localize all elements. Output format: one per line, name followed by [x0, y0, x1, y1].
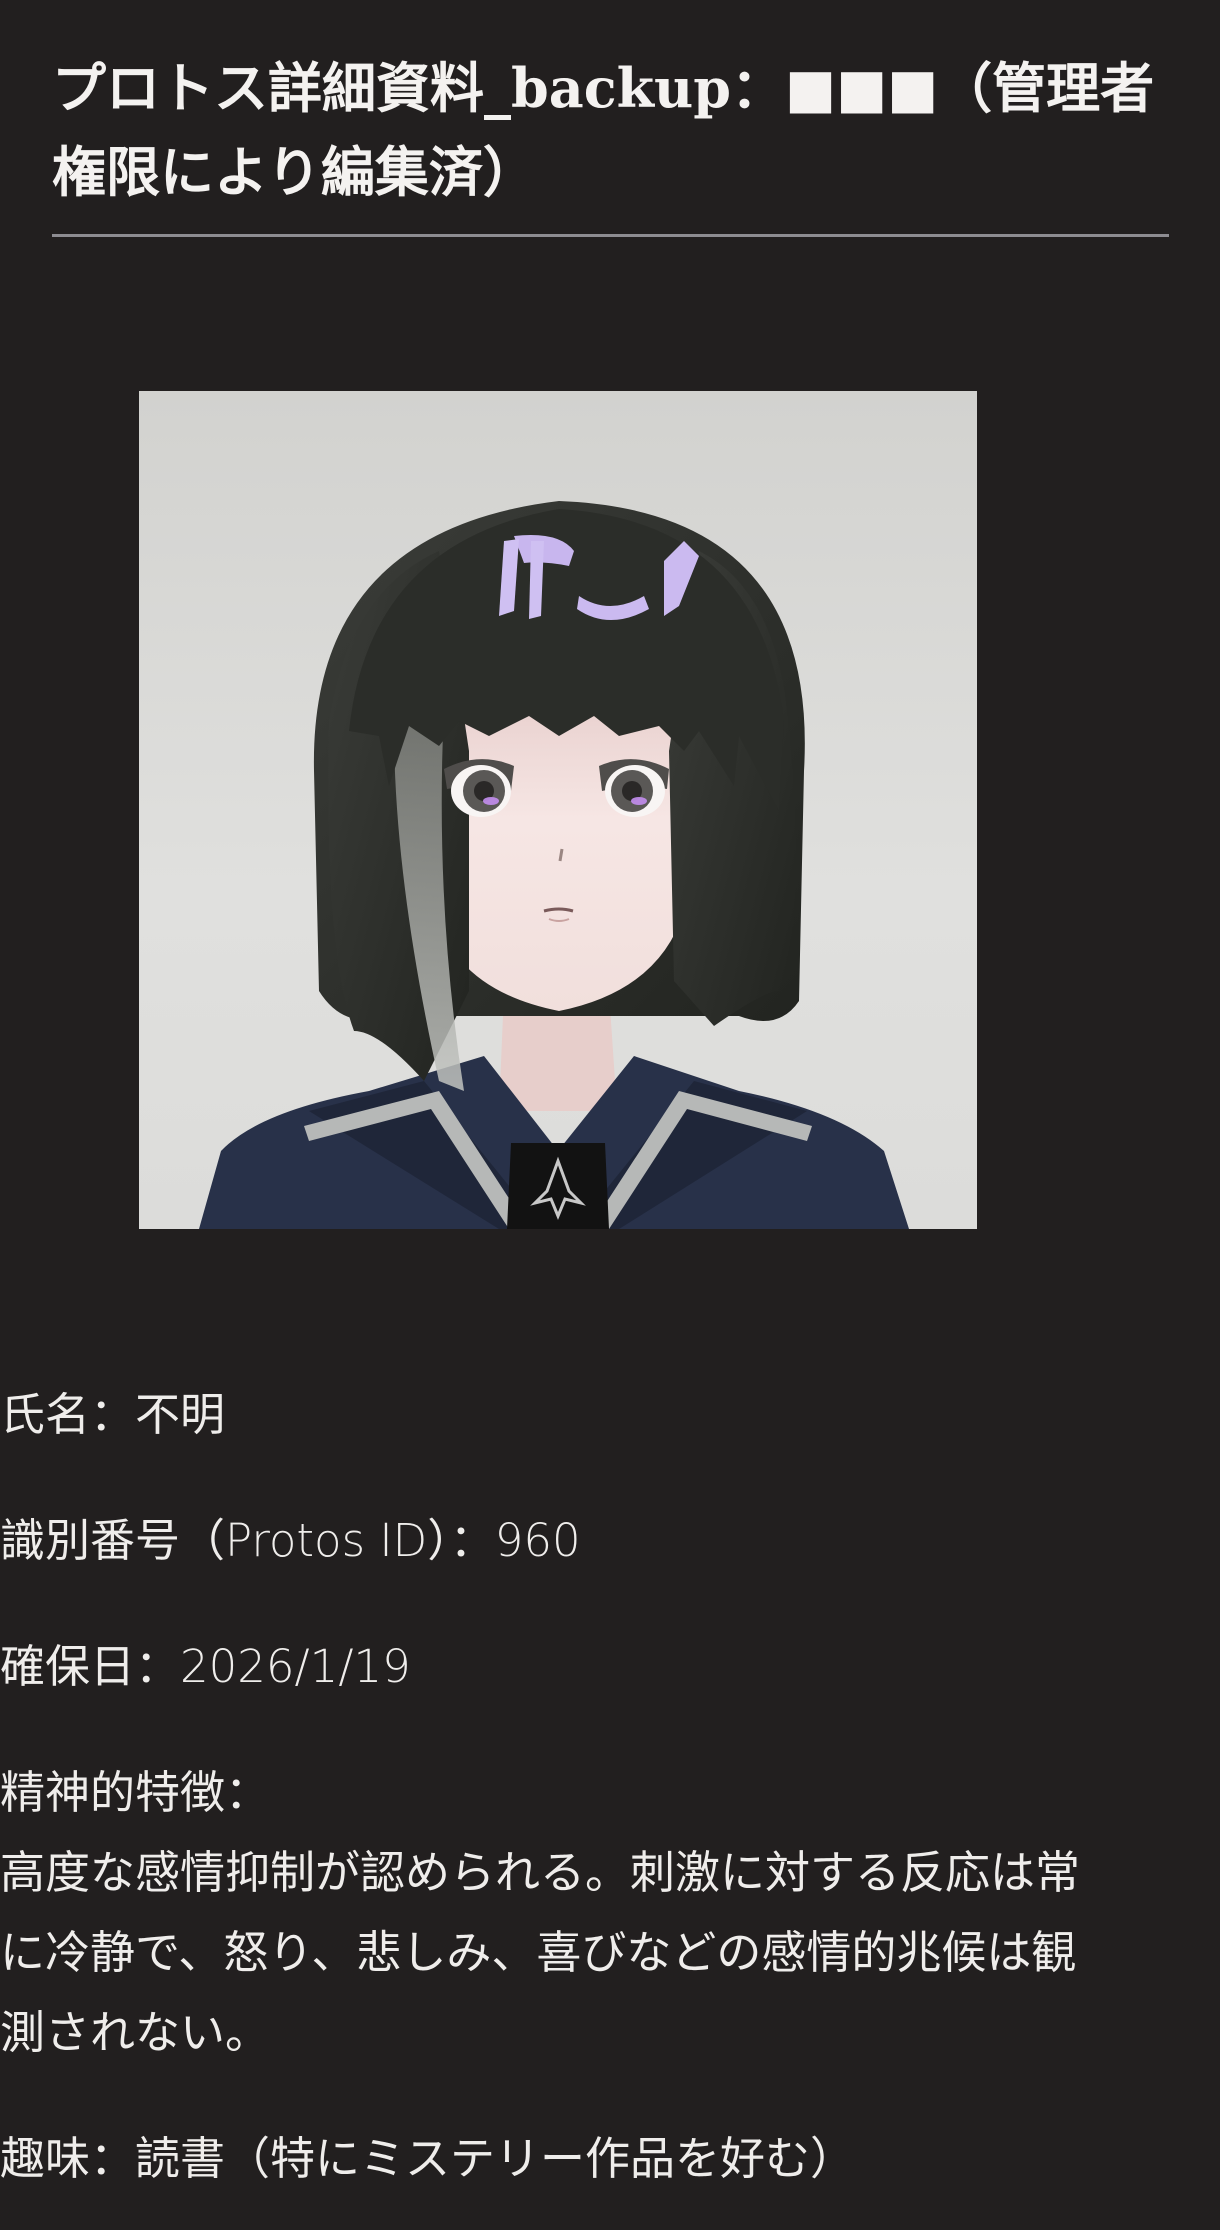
field-capture-date: 確保日：2026/1/19 — [0, 1640, 411, 1693]
field-name: 氏名：不明 — [0, 1388, 226, 1441]
nose — [558, 848, 564, 862]
title-divider — [52, 234, 1169, 237]
profile-fields: 氏名：不明 識別番号（Protos ID）：960 確保日：2026/1/19 … — [0, 1375, 1117, 2199]
field-hobby: 趣味：読書（特にミステリー作品を好む） — [0, 2132, 856, 2185]
field-mental-label: 精神的特徴： — [0, 1766, 271, 1819]
field-protos-id: 識別番号（Protos ID）：960 — [0, 1514, 581, 1567]
face — [434, 691, 684, 1011]
field-mental-text: 高度な感情抑制が認められる。刺激に対する反応は常に冷静で、怒り、悲しみ、喜びなど… — [0, 1846, 1081, 2059]
document-page: プロトス詳細資料_backup：■■■（管理者権限により編集済） — [52, 0, 1169, 237]
page-title: プロトス詳細資料_backup：■■■（管理者権限により編集済） — [52, 56, 1155, 204]
portrait-image — [139, 391, 977, 1229]
portrait-illustration — [139, 391, 977, 1229]
